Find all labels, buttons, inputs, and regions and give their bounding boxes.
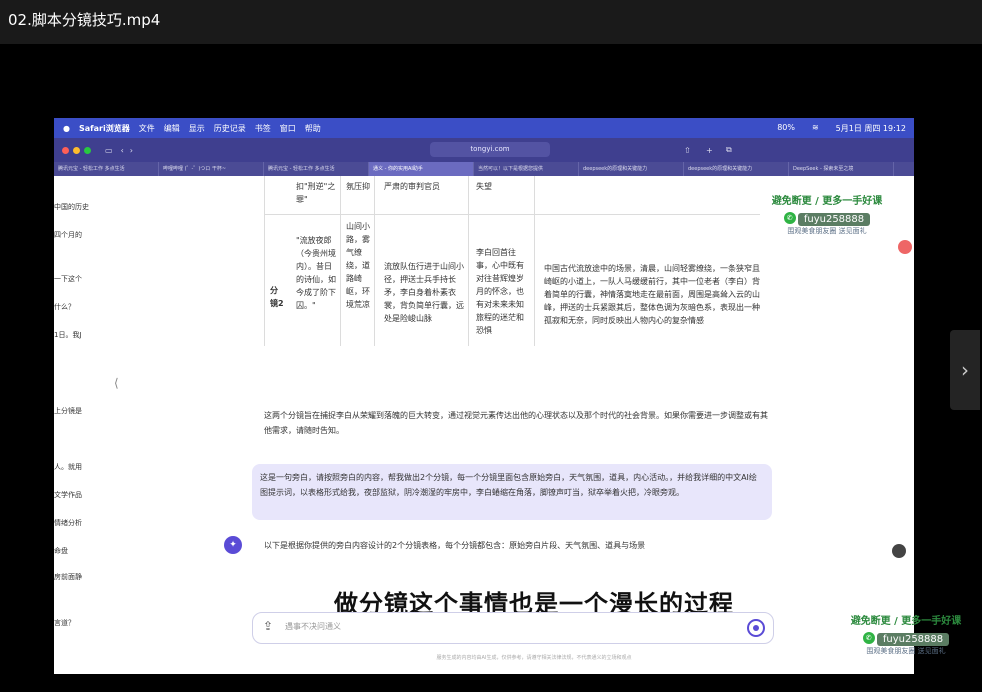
menu-help[interactable]: 帮助: [305, 123, 321, 134]
watermark-top: 避免断更 / 更多一手好课 ✆ fuyu258888 围观美食朋友圈 送见面礼: [752, 192, 902, 236]
tab[interactable]: 哔哩哔哩 (゜-゜)つロ 干杯~: [159, 162, 264, 176]
menu-window[interactable]: 窗口: [280, 123, 296, 134]
address-bar[interactable]: tongyi.com: [430, 142, 550, 157]
history-item[interactable]: 命盘: [54, 546, 68, 556]
floating-avatar-icon[interactable]: [892, 544, 906, 558]
assistant-avatar-icon: ✦: [224, 536, 242, 554]
watermark-line3: 围观美食朋友圈 送见面礼: [787, 227, 867, 235]
table-cell: 失望: [476, 182, 492, 191]
user-message: 这是一句旁白，请按照旁白的内容，帮我做出2个分镜，每一个分镜里面包含原始旁白，天…: [252, 464, 772, 520]
chat-input-box[interactable]: ⇪ 遇事不决问通义: [252, 612, 774, 644]
close-window-button[interactable]: [62, 146, 69, 154]
history-item[interactable]: 上分镜是: [54, 406, 82, 416]
table-cell-narration: "流放夜郎（今贵州境内）。昔日的诗仙，如今成了阶下囚。": [296, 236, 336, 310]
history-item[interactable]: 情绪分析: [54, 518, 82, 528]
tab[interactable]: 腾讯元宝 - 轻松工作 多点生活: [54, 162, 159, 176]
history-item[interactable]: 四个月的: [54, 230, 82, 240]
new-tab-icon[interactable]: +: [706, 146, 713, 155]
table-cell: 严肃的审判官员: [384, 182, 440, 191]
mac-menubar: ● Safari浏览器 文件 编辑 显示 历史记录 书签 窗口 帮助 80% ≋…: [54, 118, 914, 138]
wechat-icon: ✆: [862, 631, 875, 644]
history-item[interactable]: 一下这个: [54, 274, 82, 284]
wifi-icon[interactable]: ≋: [812, 123, 819, 134]
chat-history-sidebar: 中国的历史 四个月的 一下这个 什么？ 1日。我J 上分镜是 人。就用 文学作品…: [54, 176, 109, 674]
menubar-app[interactable]: Safari浏览器: [79, 123, 130, 134]
window-controls: [62, 146, 91, 154]
send-button[interactable]: [747, 619, 765, 637]
menu-view[interactable]: 显示: [189, 123, 205, 134]
apple-icon[interactable]: ●: [63, 124, 70, 133]
next-video-button[interactable]: ›: [950, 330, 980, 410]
wechat-icon: ✆: [783, 211, 796, 224]
table-cell: 扣"刑逆"之罪": [296, 182, 336, 204]
tab[interactable]: deepseek的原理和关键能力: [579, 162, 684, 176]
history-item[interactable]: 人。就用: [54, 462, 82, 472]
collapse-sidebar-icon[interactable]: ⟨: [114, 376, 119, 390]
minimize-window-button[interactable]: [73, 146, 80, 154]
sidebar-toggle-icon[interactable]: ▭: [105, 146, 113, 155]
window-title: 02.脚本分镜技巧.mp4: [0, 0, 982, 44]
table-cell-prompt: 中国古代流放途中的场景，清晨，山间轻雾缭绕，一条狭窄且崎岖的小道上，一队人马缓缓…: [544, 264, 760, 325]
menu-history[interactable]: 历史记录: [214, 123, 246, 134]
floating-action-icon[interactable]: [898, 240, 912, 254]
menu-edit[interactable]: 编辑: [164, 123, 180, 134]
browser-toolbar: ▭ ‹ › tongyi.com ⇧ + ⧉: [54, 138, 914, 162]
tab-strip: 腾讯元宝 - 轻松工作 多点生活 哔哩哔哩 (゜-゜)つロ 干杯~ 腾讯元宝 -…: [54, 162, 914, 176]
clock[interactable]: 5月1日 周四 19:12: [836, 123, 906, 134]
watermark-line1: 避免断更 / 更多一手好课: [771, 196, 883, 207]
tab[interactable]: 当然可以！以下是根据您提供: [474, 162, 579, 176]
battery-status[interactable]: 80%: [777, 123, 795, 134]
tab[interactable]: 腾讯元宝 - 轻松工作 多点生活: [264, 162, 369, 176]
share-icon[interactable]: ⇧: [684, 146, 691, 155]
tab-overview-icon[interactable]: ⧉: [726, 145, 732, 155]
assistant-summary: 这两个分镜旨在捕捉李白从荣耀到落魄的巨大转变，通过视觉元素传达出他的心理状态以及…: [264, 411, 768, 435]
watermark-bottom: 避免断更 / 更多一手好课 ✆ fuyu258888 围观美食朋友圈 送见面礼: [836, 612, 976, 656]
menu-bookmarks[interactable]: 书签: [255, 123, 271, 134]
zoom-window-button[interactable]: [84, 146, 91, 154]
menu-file[interactable]: 文件: [139, 123, 155, 134]
chevron-right-icon: ›: [961, 358, 969, 382]
chat-content: 扣"刑逆"之罪" 氛压抑 严肃的审判官员 失望 分镜2 "流放夜郎（今贵州境内）…: [224, 176, 814, 674]
watermark-line3: 围观美食朋友圈 送见面礼: [866, 647, 946, 655]
assistant-intro: 以下是根据你提供的旁白内容设计的2个分镜表格，每个分镜都包含：原始旁白片段、天气…: [264, 541, 646, 550]
table-cell-inner: 李白回首往事，心中既有对往昔辉煌岁月的怀念，也有对未来未知旅程的迷茫和恐惧: [476, 248, 524, 335]
table-cell-shot: 分镜2: [270, 286, 284, 308]
history-item[interactable]: 房前面静: [54, 572, 82, 582]
disclaimer: 服务生成的内容均由AI生成，仅供参考，请遵守相关法律法规，不代表通义的立场和观点: [436, 655, 632, 661]
history-item[interactable]: 中国的历史: [54, 202, 89, 212]
tab[interactable]: DeepSeek - 探索未至之境: [789, 162, 894, 176]
table-cell-props: 流放队伍行进于山间小径，押送士兵手持长矛，李白身着朴素衣裳，背负简单行囊，远处是…: [384, 262, 464, 323]
upload-icon[interactable]: ⇪: [263, 619, 273, 633]
table-cell-scene: 山间小路，雾气缭绕，道路崎岖，环境荒凉: [346, 222, 370, 309]
tab[interactable]: deepseek的原理和关键能力: [684, 162, 789, 176]
history-item[interactable]: 言道？: [54, 618, 75, 628]
watermark-line1: 避免断更 / 更多一手好课: [850, 616, 962, 627]
watermark-id: fuyu258888: [797, 213, 871, 226]
back-icon[interactable]: ‹: [121, 146, 124, 155]
watermark-id: fuyu258888: [876, 633, 950, 646]
forward-icon[interactable]: ›: [130, 146, 133, 155]
history-item[interactable]: 文学作品: [54, 490, 82, 500]
history-item[interactable]: 什么？: [54, 302, 75, 312]
history-item[interactable]: 1日。我J: [54, 330, 82, 340]
tab-active[interactable]: 通义 - 你的实用AI助手: [369, 162, 474, 176]
table-cell: 氛压抑: [346, 182, 370, 191]
send-icon: [753, 625, 759, 631]
chat-input[interactable]: 遇事不决问通义: [285, 621, 341, 632]
